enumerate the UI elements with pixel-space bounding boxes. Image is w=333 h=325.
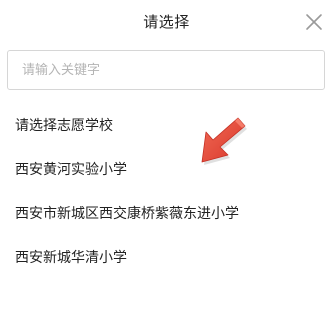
option-item[interactable]: 请选择志愿学校	[0, 104, 333, 148]
search-box	[7, 50, 325, 90]
close-icon[interactable]	[305, 13, 323, 31]
search-input[interactable]	[8, 51, 324, 89]
option-list: 请选择志愿学校 西安黄河实验小学 西安市新城区西交康桥紫薇东进小学 西安新城华清…	[0, 104, 333, 280]
option-item[interactable]: 西安黄河实验小学	[0, 148, 333, 192]
option-item[interactable]: 西安市新城区西交康桥紫薇东进小学	[0, 192, 333, 236]
select-dialog: 请选择 请选择志愿学校 西安黄河实验小学 西安市新城区西交康桥紫薇东进小学 西安…	[0, 0, 333, 325]
pointer-arrow-icon	[192, 112, 250, 168]
dialog-header: 请选择	[0, 0, 333, 44]
dialog-title: 请选择	[143, 13, 190, 31]
option-item[interactable]: 西安新城华清小学	[0, 236, 333, 280]
